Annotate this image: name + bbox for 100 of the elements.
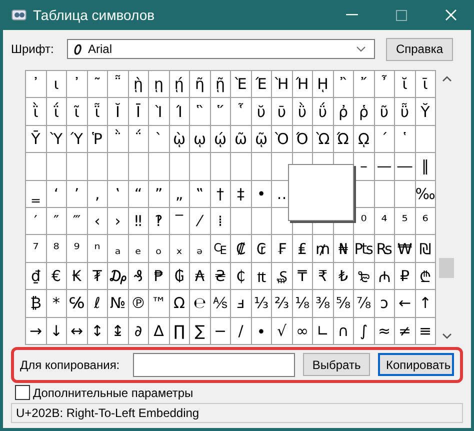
symbol-cell[interactable]: ⅝ [334,290,354,318]
symbol-cell[interactable]: ₳ [190,262,210,290]
symbol-cell[interactable]: ‹ [88,208,108,236]
empty-cell[interactable] [149,153,170,181]
symbol-cell[interactable]: Ὶ [149,98,170,126]
symbol-cell[interactable]: ″ [46,208,67,236]
symbol-cell[interactable]: ῐ [395,71,416,98]
close-icon[interactable] [445,9,457,21]
symbol-cell[interactable]: ’ [67,180,88,208]
symbol-cell[interactable]: ‽ [149,208,170,236]
symbol-cell[interactable]: ™ [149,290,170,318]
symbol-cell[interactable]: ↔ [67,318,88,345]
symbol-cell[interactable]: Ό [292,126,313,154]
empty-cell[interactable] [231,208,252,236]
symbol-cell[interactable]: → [26,318,46,345]
copy-button[interactable]: Копировать [378,353,454,376]
symbol-cell[interactable]: ῇ [210,71,231,98]
symbol-cell[interactable]: „ [170,180,190,208]
symbol-cell[interactable]: ℓ [88,290,108,318]
symbol-cell[interactable]: ⁿ [88,235,108,263]
symbol-cell[interactable]: ⁷ [26,235,46,263]
symbol-cell[interactable]: ↓ [46,318,67,345]
symbol-cell[interactable]: ῏ [374,71,395,98]
symbol-cell[interactable]: ∕ [231,318,252,345]
symbol-cell[interactable]: ⁸ [46,235,67,263]
symbol-cell[interactable]: ′ [26,208,46,236]
symbol-cell[interactable]: ῡ [272,98,292,126]
symbol-cell[interactable]: ῄ [170,71,190,98]
symbol-cell[interactable]: Ῠ [416,98,436,126]
symbol-cell[interactable]: ” [149,180,170,208]
symbol-cell[interactable]: “ [128,180,149,208]
symbol-cell[interactable]: ⅎ [231,290,252,318]
symbol-cell[interactable]: ₣ [272,235,292,263]
help-button[interactable]: Справка [386,38,453,60]
symbol-cell[interactable]: ῁ [108,71,128,98]
symbol-cell[interactable]: ῖ [67,98,88,126]
empty-cell[interactable] [395,180,416,208]
symbol-cell[interactable]: ῼ [354,126,374,154]
symbol-cell[interactable]: — [374,153,395,181]
symbol-cell[interactable]: ῦ [374,98,395,126]
symbol-cell[interactable]: ⅍ [210,290,231,318]
empty-cell[interactable] [88,153,108,181]
empty-cell[interactable] [67,153,88,181]
symbol-cell[interactable]: ₪ [416,235,436,263]
symbol-cell[interactable]: ῥ [354,98,374,126]
symbol-cell[interactable]: ↨ [108,318,128,345]
symbol-cell[interactable]: ∟ [313,318,334,345]
symbol-cell[interactable]: ῍ [334,71,354,98]
symbol-cell[interactable]: ῂ [128,71,149,98]
symbol-cell[interactable]: ₑ [128,235,149,263]
symbol-cell[interactable]: ‘ [46,180,67,208]
symbol-cell[interactable]: ῟ [231,98,252,126]
symbol-cell[interactable]: ᾿ [67,71,88,98]
symbol-cell[interactable]: ῳ [190,126,210,154]
minimize-icon[interactable] [346,14,358,16]
symbol-cell[interactable]: ₥ [313,235,334,263]
symbol-cell[interactable]: Ω [170,290,190,318]
symbol-cell[interactable]: Ύ [67,126,88,154]
symbol-cell[interactable]: ≈ [374,318,395,345]
symbol-cell[interactable]: ∙ [252,318,272,345]
scroll-up-icon[interactable] [442,76,452,82]
symbol-cell[interactable]: − [210,318,231,345]
symbol-cell[interactable]: ῤ [334,98,354,126]
symbol-cell[interactable]: ℅ [67,290,88,318]
symbol-cell[interactable]: ‛ [108,180,128,208]
symbol-cell[interactable]: € [46,262,67,290]
symbol-cell[interactable]: √ [272,318,292,345]
symbol-cell[interactable]: ₹ [313,262,334,290]
symbol-cell[interactable]: ⅛ [292,290,313,318]
scroll-thumb[interactable] [439,258,454,278]
symbol-cell[interactable]: ∑ [190,318,210,345]
empty-cell[interactable] [26,153,46,181]
symbol-cell[interactable]: ‾ [170,208,190,236]
symbol-cell[interactable]: ῃ [149,71,170,98]
empty-cell[interactable] [231,153,252,181]
symbol-cell[interactable]: ≡ [416,318,436,345]
symbol-cell[interactable]: ∩ [334,318,354,345]
symbol-cell[interactable]: ₤ [292,235,313,263]
symbol-cell[interactable]: ´ [374,126,395,154]
symbol-cell[interactable]: ⅜ [313,290,334,318]
symbol-cell[interactable]: ῝ [190,98,210,126]
symbol-cell[interactable]: ↄ [374,290,395,318]
symbol-cell[interactable]: ῆ [190,71,210,98]
symbol-cell[interactable]: ₐ [108,235,128,263]
symbol-cell[interactable]: ₴ [210,262,231,290]
symbol-cell[interactable]: ₠ [210,235,231,263]
symbol-cell[interactable]: ῶ [231,126,252,154]
symbol-cell[interactable]: Έ [252,71,272,98]
symbol-cell[interactable]: ₦ [334,235,354,263]
symbol-cell[interactable]: ≠ [395,318,416,345]
symbol-cell[interactable]: ∆ [149,318,170,345]
symbol-cell[interactable]: ₽ [395,262,416,290]
symbol-cell[interactable]: ‡ [231,180,252,208]
symbol-cell[interactable]: ₺ [334,262,354,290]
symbol-cell[interactable]: ⁶ [416,208,436,236]
symbol-cell[interactable]: Ῡ [26,126,46,154]
symbol-cell[interactable]: ‴ [67,208,88,236]
symbol-cell[interactable]: ∂ [128,318,149,345]
symbol-cell[interactable]: ⁴ [374,208,395,236]
symbol-cell[interactable]: ₱ [149,262,170,290]
